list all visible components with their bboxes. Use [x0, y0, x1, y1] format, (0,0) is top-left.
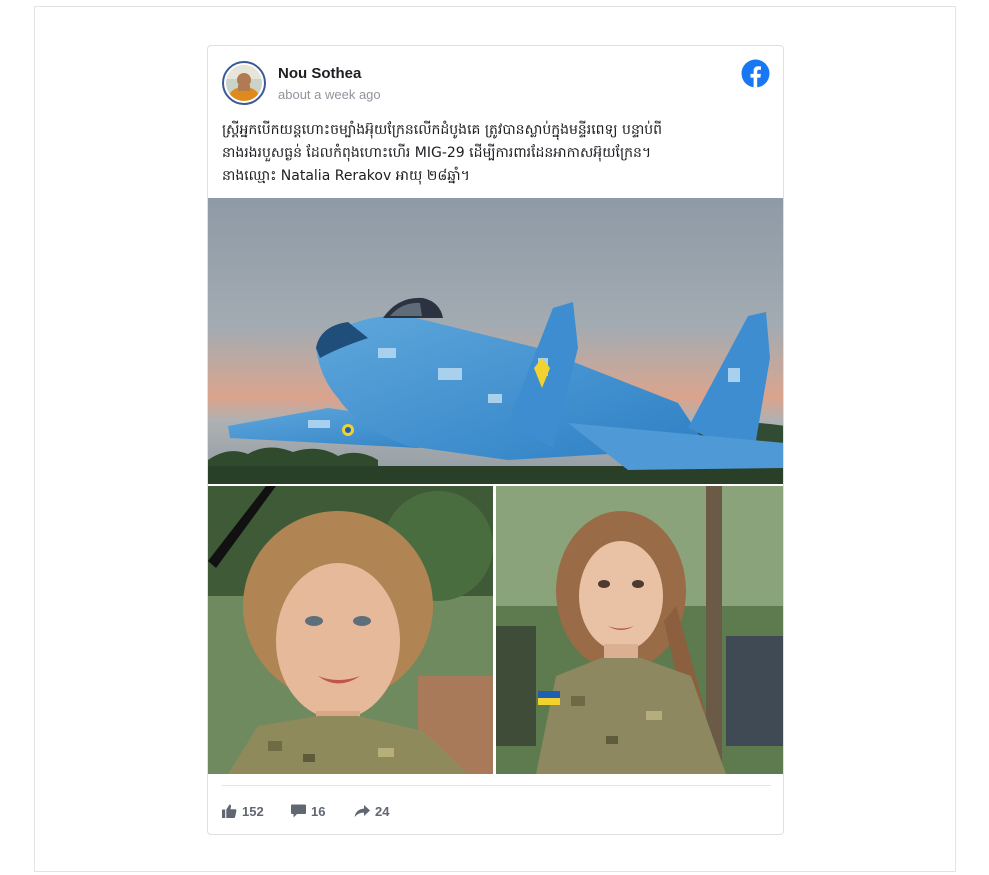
stats-divider	[222, 785, 771, 786]
shares-count[interactable]: 24	[354, 801, 389, 821]
portrait-photos-row	[208, 486, 783, 774]
shares-count-label: 24	[375, 803, 390, 819]
post-text-line: នាងរងរបួសធ្ងន់ ដែលកំពុងហោះហើរ MIG-29 ដើម…	[222, 145, 652, 161]
comments-count-label: 16	[311, 803, 326, 819]
facebook-post-card: Nou Sothea about a week ago ស្ត្រីអ្នកបើ…	[207, 45, 784, 835]
post-header: Nou Sothea about a week ago	[208, 46, 783, 116]
author-avatar[interactable]	[222, 61, 266, 105]
avatar-photo	[226, 65, 262, 101]
woman-soldier-uniform-photo[interactable]	[496, 486, 783, 774]
fighter-jet-photo[interactable]	[208, 198, 783, 484]
facebook-icon[interactable]	[741, 59, 770, 88]
post-text: ស្ត្រីអ្នកបើកយន្តហោះចម្បាំងអ៊ុយក្រែនលើកដ…	[222, 119, 774, 188]
likes-count-label: 152	[242, 803, 264, 819]
woman-soldier-portrait-photo[interactable]	[208, 486, 493, 774]
author-name[interactable]: Nou Sothea	[278, 65, 361, 82]
post-text-line: ស្ត្រីអ្នកបើកយន្តហោះចម្បាំងអ៊ុយក្រែនលើកដ…	[222, 122, 663, 138]
post-text-line: នាងឈ្មោះ Natalia Rerakov អាយុ ២៨ឆ្នាំ។	[222, 168, 470, 184]
share-arrow-icon	[354, 805, 370, 817]
likes-count[interactable]: 152	[222, 801, 264, 821]
post-timestamp[interactable]: about a week ago	[278, 87, 381, 102]
thumbs-up-icon	[222, 804, 237, 818]
comments-count[interactable]: 16	[291, 801, 325, 821]
comment-icon	[291, 804, 306, 818]
